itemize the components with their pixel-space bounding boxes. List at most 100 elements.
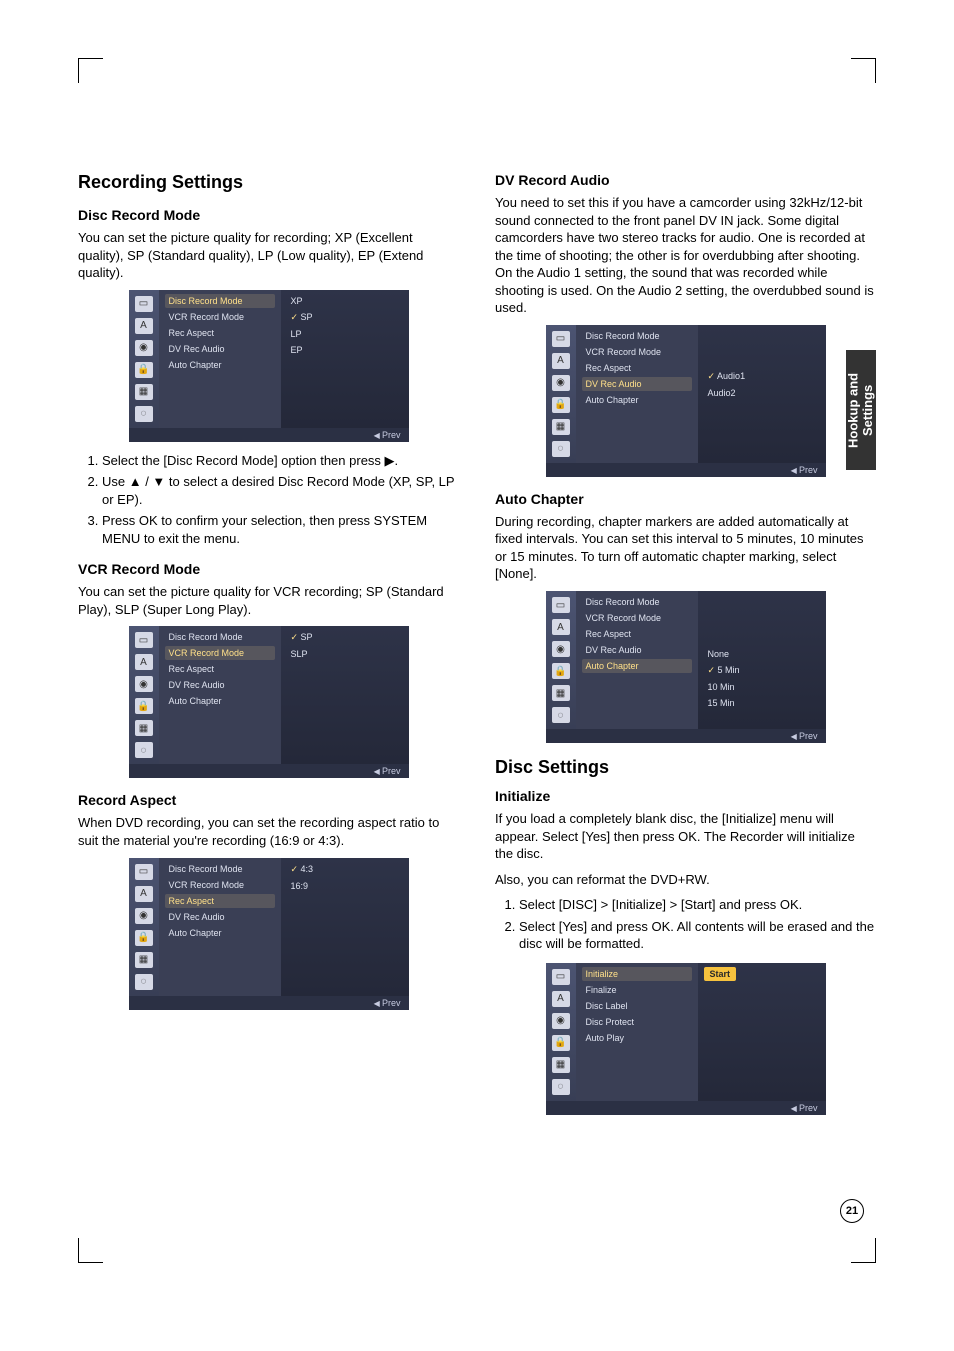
menu-item: Disc Label bbox=[582, 999, 692, 1013]
step-item: Press OK to confirm your selection, then… bbox=[102, 512, 459, 547]
nav-icon: ◌ bbox=[135, 974, 153, 990]
option-selected: SP bbox=[287, 630, 403, 645]
nav-icon: ▭ bbox=[552, 969, 570, 985]
menu-item: VCR Record Mode bbox=[582, 611, 692, 625]
prev-footer: Prev bbox=[129, 428, 409, 442]
nav-icon: 🔒 bbox=[135, 930, 153, 946]
menu-item: Rec Aspect bbox=[582, 627, 692, 641]
nav-icon: ◌ bbox=[552, 1079, 570, 1095]
option-selected: Audio1 bbox=[704, 369, 820, 384]
menu-item: Finalize bbox=[582, 983, 692, 997]
screenshot-initialize: ▭ A ◉ 🔒 ▦ ◌ Initialize Finalize Disc Lab… bbox=[546, 963, 826, 1115]
menu-item: VCR Record Mode bbox=[165, 878, 275, 892]
initialize-body-1: If you load a completely blank disc, the… bbox=[495, 810, 876, 863]
menu-item: Disc Record Mode bbox=[582, 595, 692, 609]
prev-footer: Prev bbox=[129, 996, 409, 1010]
nav-icon: ◉ bbox=[552, 1013, 570, 1029]
menu-item: Disc Record Mode bbox=[165, 630, 275, 644]
nav-icon: A bbox=[552, 619, 570, 635]
menu-item: Rec Aspect bbox=[165, 662, 275, 676]
crop-mark bbox=[851, 1238, 876, 1263]
menu-item: Auto Chapter bbox=[165, 358, 275, 372]
screenshot-disc-record-mode: ▭ A ◉ 🔒 ▦ ◌ Disc Record Mode VCR Record … bbox=[129, 290, 409, 442]
nav-icon: ▦ bbox=[135, 384, 153, 400]
disc-record-mode-body: You can set the picture quality for reco… bbox=[78, 229, 459, 282]
crop-mark bbox=[78, 1238, 103, 1263]
nav-icon: ▭ bbox=[135, 864, 153, 880]
screenshot-vcr-record-mode: ▭ A ◉ 🔒 ▦ ◌ Disc Record Mode VCR Record … bbox=[129, 626, 409, 778]
start-button: Start bbox=[704, 967, 737, 981]
menu-item: Rec Aspect bbox=[165, 894, 275, 908]
nav-icon: ◉ bbox=[135, 676, 153, 692]
side-tab-label: Hookup and Settings bbox=[846, 350, 876, 470]
nav-icon: ◉ bbox=[552, 375, 570, 391]
dv-record-audio-body: You need to set this if you have a camco… bbox=[495, 194, 876, 317]
nav-icon: ▭ bbox=[552, 597, 570, 613]
nav-icon: 🔒 bbox=[552, 1035, 570, 1051]
nav-icon: ◌ bbox=[135, 742, 153, 758]
menu-item: DV Rec Audio bbox=[165, 910, 275, 924]
menu-item: VCR Record Mode bbox=[582, 345, 692, 359]
nav-icon: ▭ bbox=[135, 632, 153, 648]
option-selected: SP bbox=[287, 310, 403, 325]
menu-item: Auto Chapter bbox=[165, 694, 275, 708]
nav-icon: ▦ bbox=[135, 952, 153, 968]
nav-icon: ▦ bbox=[552, 419, 570, 435]
disc-settings-heading: Disc Settings bbox=[495, 757, 876, 778]
dv-record-audio-heading: DV Record Audio bbox=[495, 172, 876, 188]
menu-item: Disc Protect bbox=[582, 1015, 692, 1029]
menu-item: Initialize bbox=[582, 967, 692, 981]
nav-icon: 🔒 bbox=[135, 362, 153, 378]
nav-icon: ◌ bbox=[135, 406, 153, 422]
option-selected: 5 Min bbox=[704, 663, 820, 678]
menu-item: VCR Record Mode bbox=[165, 646, 275, 660]
nav-icon: A bbox=[552, 991, 570, 1007]
step-item: Select [Yes] and press OK. All contents … bbox=[519, 918, 876, 953]
nav-icon: ◉ bbox=[135, 340, 153, 356]
menu-item: DV Rec Audio bbox=[582, 643, 692, 657]
step-item: Select the [Disc Record Mode] option the… bbox=[102, 452, 459, 470]
recording-settings-heading: Recording Settings bbox=[78, 172, 459, 193]
menu-item: DV Rec Audio bbox=[165, 678, 275, 692]
nav-icon: ▭ bbox=[552, 331, 570, 347]
vcr-record-mode-heading: VCR Record Mode bbox=[78, 561, 459, 577]
nav-icon: ▭ bbox=[135, 296, 153, 312]
nav-icon: A bbox=[135, 318, 153, 334]
menu-item: Disc Record Mode bbox=[165, 862, 275, 876]
menu-item: DV Rec Audio bbox=[582, 377, 692, 391]
prev-footer: Prev bbox=[546, 463, 826, 477]
step-item: Select [DISC] > [Initialize] > [Start] a… bbox=[519, 896, 876, 914]
option: Audio2 bbox=[704, 386, 820, 400]
menu-item: VCR Record Mode bbox=[165, 310, 275, 324]
vcr-record-mode-body: You can set the picture quality for VCR … bbox=[78, 583, 459, 618]
nav-icon: A bbox=[135, 886, 153, 902]
auto-chapter-heading: Auto Chapter bbox=[495, 491, 876, 507]
crop-mark bbox=[78, 58, 103, 83]
disc-record-mode-heading: Disc Record Mode bbox=[78, 207, 459, 223]
nav-icon: 🔒 bbox=[135, 698, 153, 714]
record-aspect-heading: Record Aspect bbox=[78, 792, 459, 808]
menu-item: Disc Record Mode bbox=[165, 294, 275, 308]
nav-icon: A bbox=[552, 353, 570, 369]
screenshot-record-aspect: ▭ A ◉ 🔒 ▦ ◌ Disc Record Mode VCR Record … bbox=[129, 858, 409, 1010]
nav-icon: A bbox=[135, 654, 153, 670]
option: 16:9 bbox=[287, 879, 403, 893]
screenshot-dv-record-audio: ▭ A ◉ 🔒 ▦ ◌ Disc Record Mode VCR Record … bbox=[546, 325, 826, 477]
menu-item: Auto Chapter bbox=[582, 393, 692, 407]
step-item: Use ▲ / ▼ to select a desired Disc Recor… bbox=[102, 473, 459, 508]
menu-item: Disc Record Mode bbox=[582, 329, 692, 343]
page-number: 21 bbox=[840, 1199, 864, 1223]
nav-icon: 🔒 bbox=[552, 397, 570, 413]
prev-footer: Prev bbox=[129, 764, 409, 778]
initialize-body-2: Also, you can reformat the DVD+RW. bbox=[495, 871, 876, 889]
option-selected: 4:3 bbox=[287, 862, 403, 877]
nav-icon: ◌ bbox=[552, 707, 570, 723]
menu-item: Rec Aspect bbox=[165, 326, 275, 340]
option: None bbox=[704, 647, 820, 661]
auto-chapter-body: During recording, chapter markers are ad… bbox=[495, 513, 876, 583]
screenshot-auto-chapter: ▭ A ◉ 🔒 ▦ ◌ Disc Record Mode VCR Record … bbox=[546, 591, 826, 743]
nav-icon: ▦ bbox=[552, 1057, 570, 1073]
nav-icon: ◉ bbox=[552, 641, 570, 657]
crop-mark bbox=[851, 58, 876, 83]
initialize-heading: Initialize bbox=[495, 788, 876, 804]
